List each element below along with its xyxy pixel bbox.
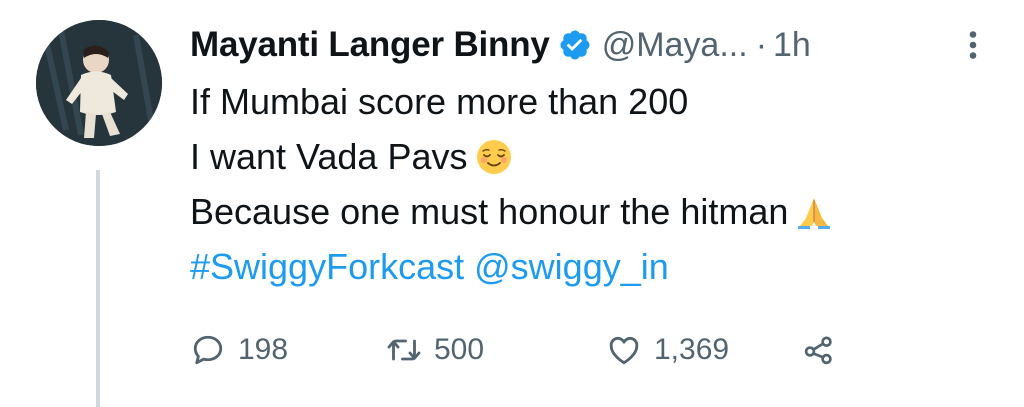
retweet-count: 500 xyxy=(434,333,485,366)
share-button[interactable] xyxy=(801,332,837,368)
reply-button[interactable]: 198 xyxy=(190,332,386,368)
folded-hands-emoji-icon xyxy=(798,198,831,229)
like-button[interactable]: 1,369 xyxy=(606,332,801,368)
tweet-content: Mayanti Langer Binny @Maya... · 1h If Mu… xyxy=(190,16,990,294)
like-count: 1,369 xyxy=(654,333,730,366)
tweet-actions: 198 500 1,369 xyxy=(190,325,837,375)
tweet-text-line-3: Because one must honour the hitman xyxy=(190,184,990,239)
retweet-icon xyxy=(387,339,421,361)
reply-count: 198 xyxy=(238,333,289,366)
avatar-image xyxy=(36,20,162,146)
tweet-timestamp[interactable]: 1h xyxy=(773,26,811,65)
thread-line xyxy=(96,170,100,407)
share-icon xyxy=(804,336,832,365)
tweet-text-line-4: #SwiggyForkcast @swiggy_in xyxy=(190,239,990,294)
separator-dot: · xyxy=(755,25,768,64)
retweet-button[interactable]: 500 xyxy=(386,332,606,368)
tweet-header: Mayanti Langer Binny @Maya... · 1h xyxy=(190,16,990,74)
author-handle[interactable]: @Maya... xyxy=(602,26,748,65)
avatar[interactable] xyxy=(36,20,162,146)
verified-badge-icon xyxy=(560,30,590,60)
mention-link[interactable]: @swiggy_in xyxy=(474,246,669,287)
more-options-icon[interactable] xyxy=(962,27,984,63)
tweet-text-line-2: I want Vada Pavs xyxy=(190,129,990,184)
author-name[interactable]: Mayanti Langer Binny xyxy=(190,25,550,65)
heart-icon xyxy=(609,336,639,365)
reply-icon xyxy=(193,335,223,365)
hashtag-link[interactable]: #SwiggyForkcast xyxy=(190,246,464,287)
relieved-face-emoji-icon xyxy=(476,140,511,174)
tweet-text-line-1: If Mumbai score more than 200 xyxy=(190,81,689,122)
